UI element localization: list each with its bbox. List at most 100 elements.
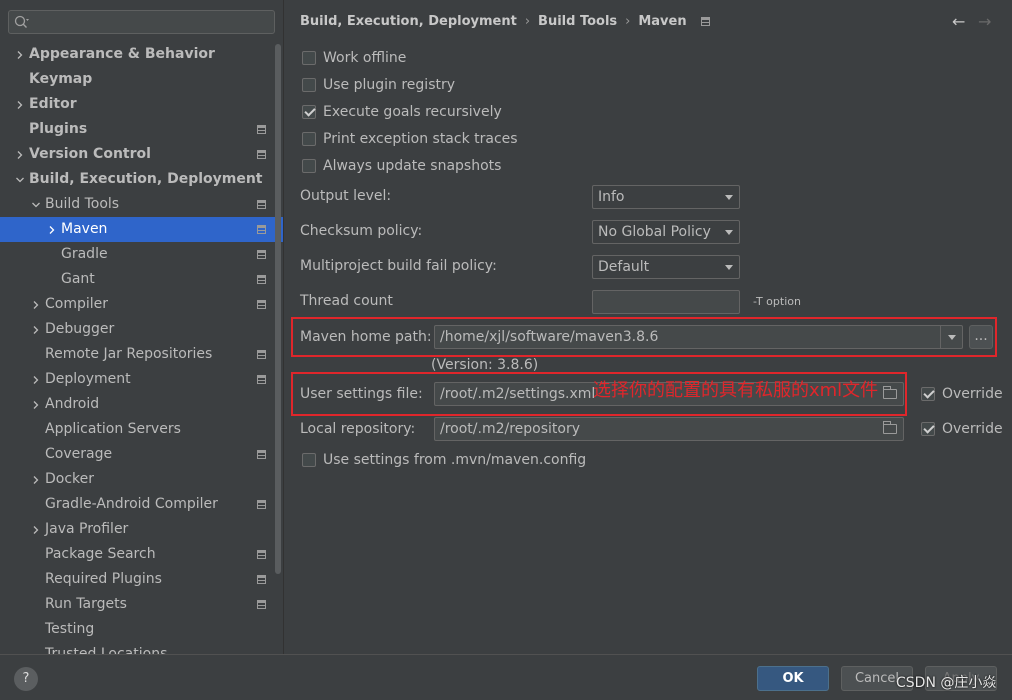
checksum-policy-select[interactable]: No Global Policy bbox=[592, 220, 740, 244]
sidebar-item-package-search[interactable]: Package Search bbox=[0, 542, 283, 567]
sidebar-item-android[interactable]: Android bbox=[0, 392, 283, 417]
checkbox-box[interactable] bbox=[302, 132, 316, 146]
work-offline-checkbox[interactable]: Work offline bbox=[302, 48, 406, 68]
sidebar-item-version-control[interactable]: Version Control bbox=[0, 142, 283, 167]
project-scope-icon bbox=[257, 450, 266, 459]
checkbox-box[interactable] bbox=[302, 105, 316, 119]
output-level-select[interactable]: Info bbox=[592, 185, 740, 209]
sidebar-item-compiler[interactable]: Compiler bbox=[0, 292, 283, 317]
breadcrumb-separator: › bbox=[524, 14, 531, 29]
sidebar-item-label: Java Profiler bbox=[45, 521, 129, 537]
chevron-right-icon[interactable] bbox=[14, 142, 26, 167]
checkbox-box[interactable] bbox=[302, 78, 316, 92]
sidebar-item-label: Gradle bbox=[61, 246, 108, 262]
sidebar-item-label: Deployment bbox=[45, 371, 131, 387]
sidebar-item-label: Version Control bbox=[29, 146, 151, 162]
chevron-right-icon[interactable] bbox=[30, 367, 42, 392]
project-scope-icon bbox=[257, 125, 266, 134]
sidebar-item-maven[interactable]: Maven bbox=[0, 217, 283, 242]
user-settings-override-checkbox[interactable]: Override bbox=[921, 384, 1003, 404]
sidebar-item-java-profiler[interactable]: Java Profiler bbox=[0, 517, 283, 542]
forward-arrow-icon[interactable]: → bbox=[978, 12, 992, 31]
sidebar-item-required-plugins[interactable]: Required Plugins bbox=[0, 567, 283, 592]
always-update-snapshots-checkbox[interactable]: Always update snapshots bbox=[302, 156, 501, 176]
sidebar-item-plugins[interactable]: Plugins bbox=[0, 117, 283, 142]
select-value: No Global Policy bbox=[598, 224, 711, 240]
project-scope-icon bbox=[257, 225, 266, 234]
chevron-right-icon[interactable] bbox=[30, 292, 42, 317]
sidebar-item-keymap[interactable]: Keymap bbox=[0, 67, 283, 92]
project-scope-icon bbox=[257, 200, 266, 209]
project-scope-icon bbox=[257, 150, 266, 159]
checkbox-box[interactable] bbox=[302, 453, 316, 467]
sidebar-item-label: Run Targets bbox=[45, 596, 127, 612]
sidebar-item-label: Build Tools bbox=[45, 196, 120, 212]
breadcrumb-item: Maven bbox=[638, 14, 687, 29]
local-repository-override-checkbox[interactable]: Override bbox=[921, 419, 1003, 439]
sidebar-item-remote-jar-repositories[interactable]: Remote Jar Repositories bbox=[0, 342, 283, 367]
settings-search-input[interactable] bbox=[8, 10, 275, 34]
chevron-right-icon[interactable] bbox=[14, 42, 26, 67]
sidebar-item-debugger[interactable]: Debugger bbox=[0, 317, 283, 342]
thread-count-hint: -T option bbox=[753, 295, 801, 308]
chevron-right-icon[interactable] bbox=[46, 217, 58, 242]
back-arrow-icon[interactable]: ← bbox=[952, 12, 966, 31]
dialog-footer: ? OK Cancel Apply bbox=[0, 654, 1012, 700]
sidebar-item-label: Package Search bbox=[45, 546, 156, 562]
chevron-right-icon[interactable] bbox=[30, 317, 42, 342]
sidebar-item-testing[interactable]: Testing bbox=[0, 617, 283, 642]
sidebar-item-label: Keymap bbox=[29, 71, 93, 87]
sidebar-item-build-tools[interactable]: Build Tools bbox=[0, 192, 283, 217]
ok-button[interactable]: OK bbox=[757, 666, 829, 691]
use-plugin-registry-checkbox[interactable]: Use plugin registry bbox=[302, 75, 455, 95]
help-button[interactable]: ? bbox=[14, 667, 38, 691]
chevron-down-icon[interactable] bbox=[30, 192, 42, 217]
breadcrumb-item: Build Tools bbox=[538, 14, 618, 29]
chevron-down-icon[interactable] bbox=[14, 167, 26, 192]
sidebar-item-trusted-locations[interactable]: Trusted Locations bbox=[0, 642, 283, 654]
sidebar-item-label: Coverage bbox=[45, 446, 113, 462]
fail-policy-select[interactable]: Default bbox=[592, 255, 740, 279]
checkbox-box[interactable] bbox=[302, 159, 316, 173]
project-scope-icon bbox=[257, 275, 266, 284]
project-scope-icon bbox=[257, 500, 266, 509]
project-scope-icon bbox=[257, 375, 266, 384]
checkbox-label: Use plugin registry bbox=[323, 77, 456, 93]
use-mvn-config-checkbox[interactable]: Use settings from .mvn/maven.config bbox=[302, 450, 586, 470]
select-value: Info bbox=[598, 189, 625, 205]
sidebar-item-appearance-behavior[interactable]: Appearance & Behavior bbox=[0, 42, 283, 67]
project-scope-icon bbox=[700, 17, 710, 26]
sidebar-item-application-servers[interactable]: Application Servers bbox=[0, 417, 283, 442]
sidebar-item-gradle-android-compiler[interactable]: Gradle-Android Compiler bbox=[0, 492, 283, 517]
sidebar-item-gradle[interactable]: Gradle bbox=[0, 242, 283, 267]
sidebar-item-build-execution-deployment[interactable]: Build, Execution, Deployment bbox=[0, 167, 283, 192]
path-value: /root/.m2/repository bbox=[440, 421, 581, 437]
annotation-text: 选择你的配置的具有私服的xml文件 bbox=[593, 380, 879, 401]
project-scope-icon bbox=[257, 250, 266, 259]
chevron-right-icon[interactable] bbox=[30, 517, 42, 542]
breadcrumb-separator: › bbox=[625, 14, 631, 29]
sidebar-item-label: Required Plugins bbox=[45, 571, 162, 587]
sidebar-item-gant[interactable]: Gant bbox=[0, 267, 283, 292]
chevron-right-icon[interactable] bbox=[14, 92, 26, 117]
sidebar-scrollbar[interactable] bbox=[275, 44, 281, 574]
sidebar-item-docker[interactable]: Docker bbox=[0, 467, 283, 492]
project-scope-icon bbox=[257, 350, 266, 359]
execute-goals-recursively-checkbox[interactable]: Execute goals recursively bbox=[302, 102, 502, 122]
sidebar-item-deployment[interactable]: Deployment bbox=[0, 367, 283, 392]
folder-icon[interactable] bbox=[883, 421, 897, 434]
checkbox-box[interactable] bbox=[921, 422, 935, 436]
sidebar-item-editor[interactable]: Editor bbox=[0, 92, 283, 117]
chevron-right-icon[interactable] bbox=[30, 467, 42, 492]
checkbox-box[interactable] bbox=[302, 51, 316, 65]
checkbox-box[interactable] bbox=[921, 387, 935, 401]
project-scope-icon bbox=[257, 575, 266, 584]
thread-count-input[interactable] bbox=[592, 290, 740, 314]
select-value: Default bbox=[598, 259, 650, 275]
print-exception-stack-traces-checkbox[interactable]: Print exception stack traces bbox=[302, 129, 518, 149]
sidebar-item-run-targets[interactable]: Run Targets bbox=[0, 592, 283, 617]
sidebar-item-coverage[interactable]: Coverage bbox=[0, 442, 283, 467]
local-repository-field[interactable]: /root/.m2/repository bbox=[434, 417, 904, 441]
checkbox-label: Work offline bbox=[323, 50, 407, 66]
chevron-right-icon[interactable] bbox=[30, 392, 42, 417]
